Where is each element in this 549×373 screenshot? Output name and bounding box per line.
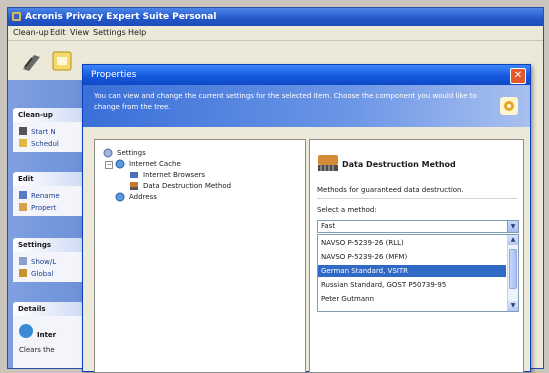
- close-button[interactable]: ✕: [510, 68, 526, 84]
- method-option[interactable]: NAVSO P-5239-26 (MFM): [318, 251, 506, 263]
- show-icon: [19, 257, 27, 265]
- settings-node-icon: [103, 148, 113, 158]
- app-title: Acronis Privacy Expert Suite Personal: [25, 12, 217, 22]
- method-option[interactable]: NAVSO P-5239-26 (RLL): [318, 237, 506, 249]
- settings-tree[interactable]: Settings − Internet Cache Internet Brows…: [94, 139, 306, 373]
- menu-bar: Clean-up Edit View Settings Help: [8, 26, 543, 41]
- properties-dialog: Properties ✕ You can view and change the…: [82, 64, 531, 373]
- list-scrollbar[interactable]: ▲ ▼: [507, 235, 518, 311]
- rename-icon: [19, 191, 27, 199]
- details-panel: Data Destruction Method Methods for guar…: [309, 139, 524, 373]
- browser-icon: [130, 172, 138, 178]
- app-title-bar: Acronis Privacy Expert Suite Personal: [8, 8, 543, 26]
- select-method-label: Select a method:: [317, 206, 377, 214]
- details-description: Clears the: [19, 346, 55, 354]
- app-logo-icon: [12, 12, 21, 21]
- menu-edit[interactable]: Edit: [50, 28, 66, 37]
- scroll-down-icon[interactable]: ▼: [508, 301, 518, 311]
- method-list[interactable]: NAVSO P-5239-26 (RLL) NAVSO P-5239-26 (MF…: [317, 234, 519, 312]
- calendar-icon: [19, 139, 27, 147]
- address-icon: [115, 192, 125, 202]
- properties-icon: [19, 203, 27, 211]
- dialog-title-bar: Properties ✕: [83, 65, 530, 85]
- method-option[interactable]: Peter Gutmann: [318, 293, 506, 305]
- menu-settings[interactable]: Settings: [93, 28, 126, 37]
- task-rename[interactable]: Rename: [19, 191, 60, 202]
- menu-help[interactable]: Help: [128, 28, 146, 37]
- dialog-header-banner: You can view and change the current sett…: [83, 85, 530, 127]
- details-name: Inter: [19, 324, 56, 339]
- broom-icon[interactable]: [20, 49, 44, 73]
- method-select[interactable]: Fast ▼: [317, 220, 519, 233]
- globe-icon: [19, 269, 27, 277]
- start-icon: [19, 127, 27, 135]
- internet-cache-icon: [115, 159, 125, 169]
- dialog-title: Properties: [91, 70, 137, 80]
- task-show-hide[interactable]: Show/L: [19, 257, 56, 268]
- shredder-icon: [318, 155, 338, 171]
- settings-icon: [500, 97, 518, 115]
- dialog-description: You can view and change the current sett…: [94, 92, 477, 111]
- menu-cleanup[interactable]: Clean-up: [13, 28, 49, 37]
- chevron-down-icon[interactable]: ▼: [507, 221, 518, 232]
- scroll-thumb[interactable]: [509, 249, 517, 289]
- divider: [317, 198, 517, 199]
- task-start-now[interactable]: Start N: [19, 127, 56, 138]
- method-option[interactable]: Russian Standard, GOST P50739-95: [318, 279, 506, 291]
- panel-title: Data Destruction Method: [342, 160, 456, 169]
- schedule-icon[interactable]: [50, 49, 74, 73]
- scroll-up-icon[interactable]: ▲: [508, 235, 518, 245]
- method-select-value: Fast: [321, 222, 336, 230]
- collapse-toggle-icon[interactable]: −: [105, 161, 113, 169]
- menu-view[interactable]: View: [70, 28, 89, 37]
- shredder-icon: [130, 182, 138, 190]
- internet-cache-icon: [19, 324, 33, 338]
- task-global-settings[interactable]: Global: [19, 269, 53, 280]
- panel-description: Methods for guaranteed data destruction.: [317, 186, 464, 194]
- method-option[interactable]: German Standard, VSITR: [318, 265, 506, 277]
- task-properties[interactable]: Propert: [19, 203, 56, 214]
- task-schedule[interactable]: Schedul: [19, 139, 59, 150]
